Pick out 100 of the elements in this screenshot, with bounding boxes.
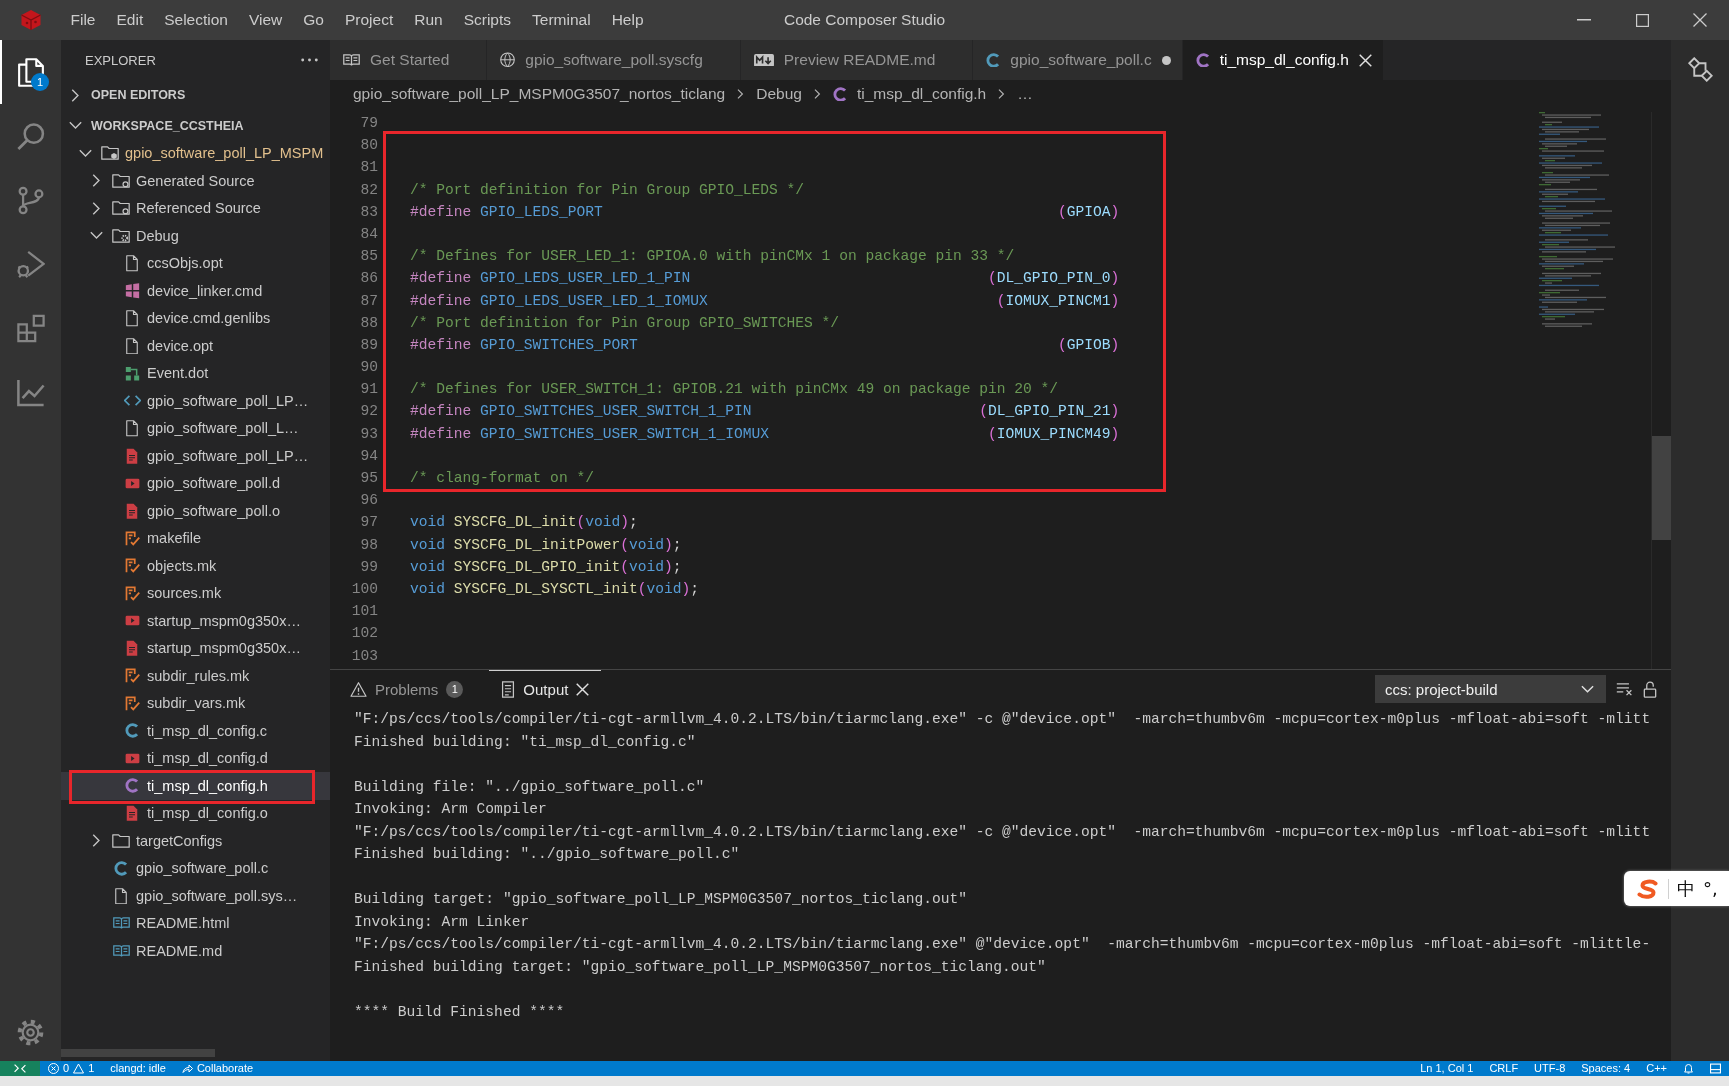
tree-item[interactable]: ti_msp_dl_config.h <box>61 772 330 800</box>
menu-item[interactable]: Terminal <box>521 0 602 40</box>
menu-item[interactable]: View <box>238 0 293 40</box>
editor-tab[interactable]: Preview README.md <box>740 40 974 80</box>
tree-item[interactable]: ti_msp_dl_config.o <box>98 799 268 827</box>
problems-status[interactable]: 0 1 <box>40 1061 103 1076</box>
tree-item[interactable]: device_linker.cmd <box>98 277 263 305</box>
tree-item[interactable]: Referenced Source <box>87 194 261 222</box>
line-number: 93 <box>360 424 378 444</box>
more-icon[interactable] <box>301 58 318 62</box>
menu-item[interactable]: Edit <box>106 0 154 40</box>
status-item[interactable]: UTF-8 <box>1526 1061 1574 1076</box>
output-line: Building target: "gpio_software_poll_LP_MSPM0G3507_nortos_ticlang.out" <box>354 890 968 909</box>
tree-item[interactable]: targetConfigs <box>87 827 223 855</box>
unlock-icon[interactable] <box>1643 680 1657 698</box>
tree-item[interactable]: subdir_rules.mk <box>98 662 250 690</box>
menu-item[interactable]: Scripts <box>453 0 522 40</box>
chevron-right-icon[interactable] <box>70 88 80 102</box>
status-item[interactable]: Ln 1, Col 1 <box>1412 1061 1482 1076</box>
close-icon[interactable] <box>1358 53 1372 67</box>
tree-item[interactable]: gpio_software_poll.o <box>98 497 280 525</box>
chevron-down-icon[interactable] <box>68 121 82 131</box>
close-icon[interactable] <box>576 683 590 696</box>
folder-icon <box>112 833 130 848</box>
section-header[interactable]: OPEN EDITORS <box>61 80 186 110</box>
menu-item[interactable]: Project <box>334 0 404 40</box>
video-file-icon <box>123 615 141 627</box>
editor-tab[interactable]: gpio_software_poll.syscfg <box>487 40 741 80</box>
panel-tab[interactable]: Output <box>489 670 602 708</box>
macro-value: (IOMUX_PINCM1) <box>996 291 1120 311</box>
tree-item[interactable]: ccsObjs.opt <box>98 249 223 277</box>
editor-tab[interactable]: Get Started <box>330 40 488 80</box>
breadcrumb-item[interactable]: Debug <box>756 85 802 103</box>
tree-item[interactable]: ti_msp_dl_config.c <box>98 717 268 745</box>
tree-item[interactable]: gpio_software_poll.d <box>98 469 280 497</box>
menu-item[interactable]: Help <box>601 0 654 40</box>
menu-item[interactable]: File <box>60 0 106 40</box>
minimize-icon <box>1577 19 1591 21</box>
tree-item[interactable]: startup_mspm0g350x… <box>98 607 301 635</box>
macro-value: (DL_GPIO_PIN_0) <box>987 269 1120 289</box>
chevron-down-icon[interactable] <box>78 148 92 158</box>
breadcrumb-item[interactable]: ti_msp_dl_config.h <box>832 85 987 103</box>
punctuation-toggle[interactable]: °, <box>1703 878 1718 899</box>
tree-item[interactable]: gpio_software_poll_L… <box>98 414 299 442</box>
code-line: #define GPIO_SWITCHES_USER_SWITCH_1_PIN <box>410 402 752 422</box>
tree-item[interactable]: subdir_vars.mk <box>98 689 246 717</box>
tree-item[interactable]: gpio_software_poll_LP… <box>98 387 309 415</box>
tree-item[interactable]: gpio_software_poll.c <box>87 854 269 882</box>
menu-item[interactable]: Go <box>292 0 335 40</box>
c-file-icon <box>832 86 847 102</box>
editor-tab[interactable]: ti_msp_dl_config.h <box>1182 40 1384 80</box>
blocks-icon <box>16 313 45 343</box>
status-item[interactable]: Collaborate <box>173 1061 262 1076</box>
chevron-down-icon[interactable] <box>89 231 103 241</box>
chevron-right-icon[interactable] <box>91 201 101 215</box>
menu-item[interactable]: Selection <box>153 0 239 40</box>
tree-item[interactable]: makefile <box>98 524 201 552</box>
tree-item[interactable]: gpio_software_poll_LP… <box>98 442 309 470</box>
tree-item[interactable]: README.html <box>87 909 230 937</box>
layout-icon[interactable] <box>1710 1063 1721 1074</box>
tree-item[interactable]: startup_mspm0g350x… <box>98 634 301 662</box>
tree-item[interactable]: device.opt <box>98 332 214 360</box>
c-file-icon <box>114 860 128 876</box>
tree-item[interactable]: sources.mk <box>98 579 222 607</box>
macro-value: (DL_GPIO_PIN_21) <box>979 402 1120 422</box>
gear-icon[interactable] <box>17 1018 44 1046</box>
status-item[interactable]: Spaces: 4 <box>1573 1061 1639 1076</box>
channel-dropdown[interactable]: ccs: project-build <box>1375 675 1606 703</box>
input-mode-toggle[interactable]: 中 <box>1677 876 1695 901</box>
line-number: 88 <box>360 313 378 333</box>
tree-item[interactable]: objects.mk <box>98 552 217 580</box>
editor-tab[interactable]: gpio_software_poll.c <box>973 40 1183 80</box>
section-header[interactable]: WORKSPACE_CCSTHEIA <box>61 112 244 140</box>
clear-output-icon[interactable] <box>1616 681 1633 697</box>
tree-item[interactable]: gpio_software_poll_LP_MSPM <box>76 139 324 167</box>
tree-item[interactable]: Debug <box>87 222 179 250</box>
s-logo-icon[interactable] <box>1636 878 1660 899</box>
breadcrumb-item[interactable]: … <box>1017 85 1033 103</box>
file-icon <box>126 337 138 354</box>
menu-item[interactable]: Run <box>403 0 454 40</box>
chevron-right-icon[interactable] <box>91 174 101 188</box>
status-item[interactable]: C++ <box>1638 1061 1675 1076</box>
tree-item[interactable]: device.cmd.genlibs <box>98 304 271 332</box>
status-item[interactable]: clangd: idle <box>102 1061 174 1076</box>
globe-icon <box>500 52 516 68</box>
tree-item[interactable]: ti_msp_dl_config.d <box>98 744 268 772</box>
panel-tab[interactable]: Problems 1 <box>338 670 476 708</box>
tree-item[interactable]: gpio_software_poll.sys… <box>87 882 298 910</box>
tree-item[interactable]: Generated Source <box>87 167 255 195</box>
tree-item[interactable]: README.md <box>87 937 223 965</box>
bell-icon[interactable] <box>1683 1063 1694 1074</box>
remote-button[interactable] <box>0 1061 40 1076</box>
chevron-right-icon[interactable] <box>91 834 101 848</box>
status-item[interactable]: CRLF <box>1481 1061 1527 1076</box>
scrollbar-thumb[interactable] <box>1652 436 1671 540</box>
book-icon <box>112 944 130 957</box>
hierarchy-icon[interactable] <box>1687 57 1713 82</box>
tree-item[interactable]: Event.dot <box>98 359 209 387</box>
breadcrumb-item[interactable]: gpio_software_poll_LP_MSPM0G3507_nortos_ticlang <box>353 85 726 103</box>
scrollbar-thumb[interactable] <box>61 1049 215 1057</box>
